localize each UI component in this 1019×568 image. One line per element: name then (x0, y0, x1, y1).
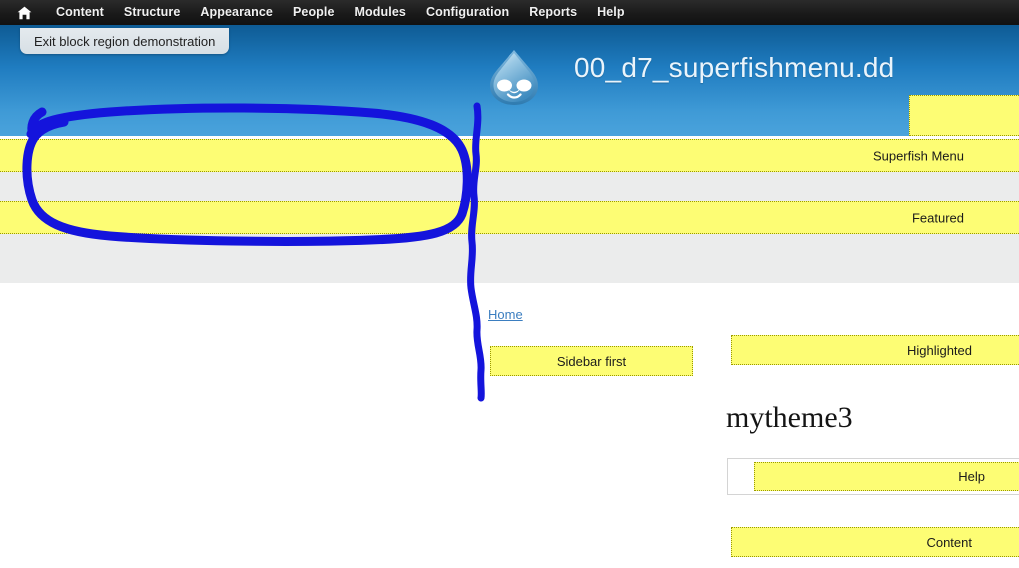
region-spacer-1 (0, 172, 1019, 201)
region-sidebar-first[interactable]: Sidebar first (490, 346, 693, 376)
region-featured-label: Featured (911, 210, 964, 225)
toolbar-item-configuration[interactable]: Configuration (416, 0, 519, 25)
region-sidebar-first-label: Sidebar first (556, 353, 627, 369)
toolbar-item-structure[interactable]: Structure (114, 0, 190, 25)
region-highlighted-label: Highlighted (906, 342, 972, 358)
toolbar-item-appearance[interactable]: Appearance (190, 0, 283, 25)
toolbar-item-reports[interactable]: Reports (519, 0, 587, 25)
region-help[interactable]: Help (754, 462, 1019, 491)
home-icon[interactable] (17, 6, 32, 20)
breadcrumb-home-link[interactable]: Home (488, 307, 523, 322)
region-block-header[interactable] (909, 95, 1019, 136)
site-title: 00_d7_superfishmenu.dd (574, 52, 895, 83)
region-content-label: Content (926, 534, 972, 550)
region-content[interactable]: Content (731, 527, 1019, 557)
region-help-label: Help (958, 469, 985, 484)
region-spacer-2 (0, 234, 1019, 283)
admin-toolbar: Content Structure Appearance People Modu… (0, 0, 1019, 25)
main-content-area: Home Sidebar first Highlighted mytheme3 … (0, 283, 1019, 568)
exit-tab-label: Exit block region demonstration (34, 33, 216, 49)
region-highlighted[interactable]: Highlighted (731, 335, 1019, 365)
page-title: mytheme3 (726, 401, 853, 434)
page-root: Content Structure Appearance People Modu… (0, 0, 1019, 568)
toolbar-item-content[interactable]: Content (46, 0, 114, 25)
region-superfish-menu-label: Superfish Menu (872, 148, 964, 163)
region-featured[interactable]: Featured (0, 201, 1019, 234)
toolbar-item-people[interactable]: People (283, 0, 345, 25)
help-block-wrapper: Help (727, 458, 1019, 495)
region-superfish-menu[interactable]: Superfish Menu (0, 139, 1019, 172)
toolbar-item-help[interactable]: Help (587, 0, 635, 25)
toolbar-item-modules[interactable]: Modules (345, 0, 416, 25)
exit-block-region-demonstration-button[interactable]: Exit block region demonstration (20, 28, 230, 54)
drupal-droplet-logo-icon[interactable] (486, 48, 542, 106)
